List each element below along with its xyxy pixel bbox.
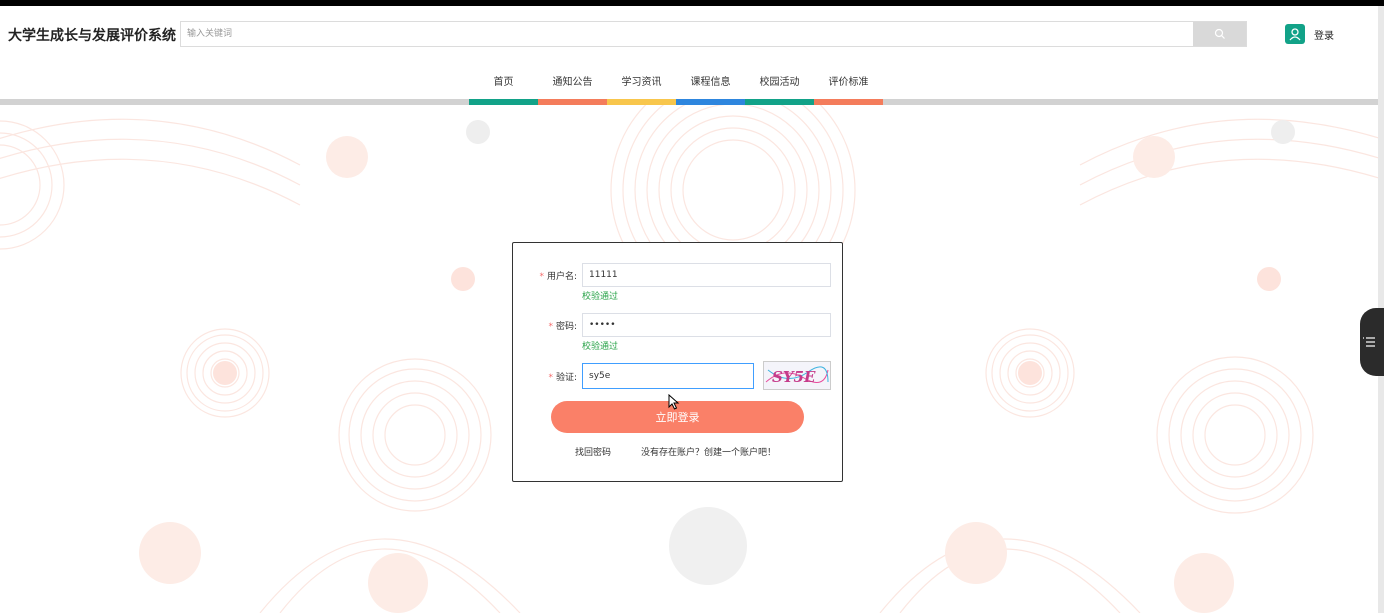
captcha-text: SY5E [772,368,816,386]
nav-underline-study-news [607,99,676,105]
search-icon [1214,28,1225,39]
nav-item-evaluation-standards[interactable]: 评价标准 [814,73,883,88]
captcha-image[interactable]: SY5E [763,361,831,390]
password-valid-hint: 校验通过 [582,342,619,352]
nav-item-notices[interactable]: 通知公告 [538,73,607,88]
site-title: 大学生成长与发展评价系统 [8,28,176,44]
username-label: * 用户名: [539,272,577,282]
search-box [180,21,1247,47]
nav-item-courses[interactable]: 课程信息 [676,73,745,88]
password-label: * 密码: [548,322,577,332]
nav-item-campus-activities[interactable]: 校园活动 [745,73,814,88]
header: 大学生成长与发展评价系统 登录 [0,6,1384,62]
login-card: *用户名: 校验通过 *密码: 校验通过 *验证: SY5E 立即登录 找回密码… [512,242,843,482]
search-input[interactable] [181,22,1194,46]
nav-underline-campus-activities [745,99,814,105]
nav-item-study-news[interactable]: 学习资讯 [607,73,676,88]
floating-side-menu-button[interactable] [1360,308,1384,376]
register-link[interactable]: 没有存在账户？创建一个账户吧！ [641,445,776,458]
search-button[interactable] [1193,22,1246,46]
username-input[interactable] [582,263,831,287]
nav-item-home[interactable]: 首页 [469,73,538,88]
nav-underline-evaluation-standards [814,99,883,105]
captcha-graphic: SY5E [765,366,829,386]
menu-list-icon [1363,337,1375,347]
captcha-label: * 验证: [548,373,577,383]
nav-underline-notices [538,99,607,105]
username-valid-hint: 校验通过 [582,292,619,302]
forgot-password-link[interactable]: 找回密码 [575,445,611,458]
nav-underline-home [469,99,538,105]
user-avatar-icon[interactable] [1285,24,1305,44]
captcha-input[interactable] [582,363,754,389]
nav-underline-courses [676,99,745,105]
mouse-cursor-icon [668,394,680,410]
header-login-link[interactable]: 登录 [1314,27,1334,42]
user-icon [1289,28,1301,41]
password-input[interactable] [582,313,831,337]
